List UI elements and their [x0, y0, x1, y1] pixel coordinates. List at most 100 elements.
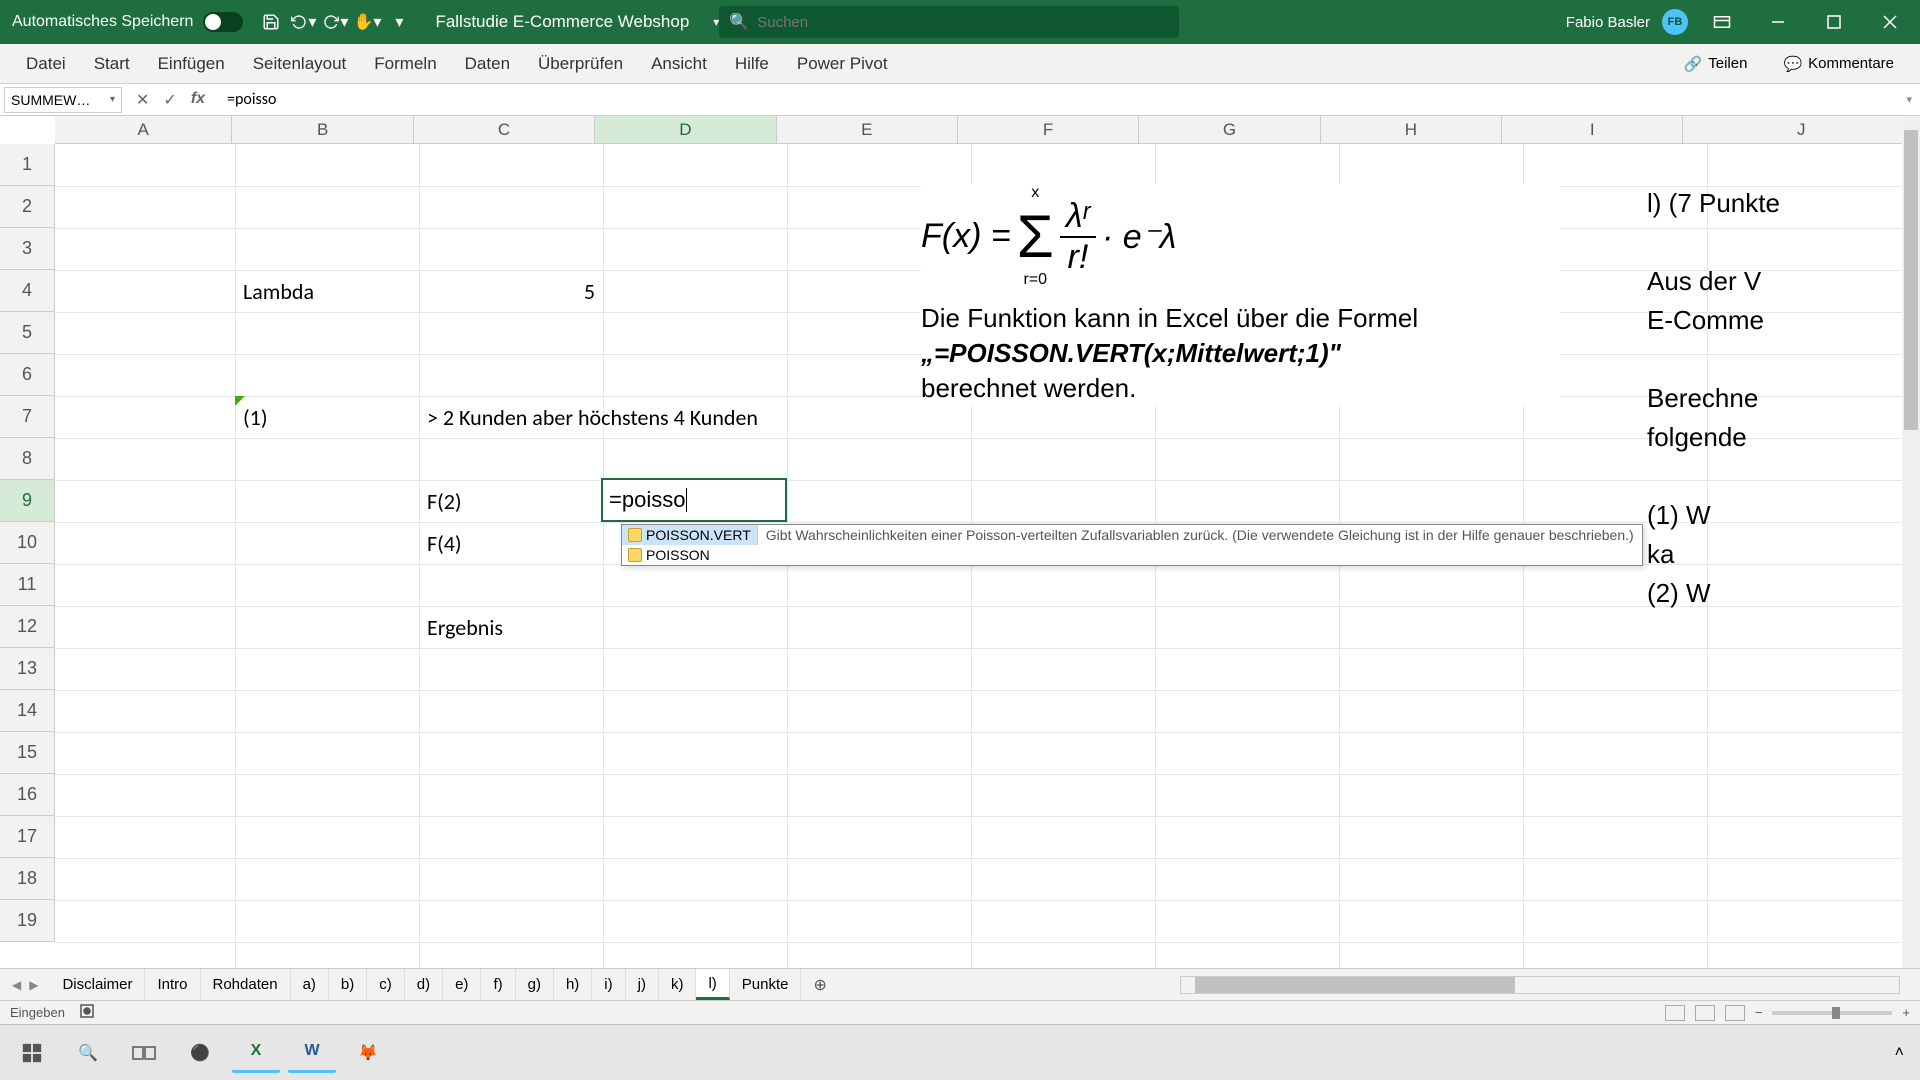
ribbon-tab-start[interactable]: Start — [80, 44, 144, 84]
autosave-toggle[interactable]: Automatisches Speichern — [0, 12, 255, 32]
cell-B4[interactable]: Lambda — [235, 270, 419, 312]
col-header-J[interactable]: J — [1683, 116, 1920, 143]
row-header-9[interactable]: 9 — [0, 480, 54, 522]
page-break-icon[interactable] — [1725, 1005, 1745, 1021]
toggle-icon[interactable] — [203, 12, 243, 32]
normal-view-icon[interactable] — [1665, 1005, 1685, 1021]
qat-dropdown-icon[interactable]: ▾ — [383, 6, 415, 38]
col-header-G[interactable]: G — [1139, 116, 1320, 143]
row-header-1[interactable]: 1 — [0, 144, 54, 186]
firefox-taskbar-icon[interactable]: 🦊 — [344, 1033, 392, 1073]
ribbon-tab-power pivot[interactable]: Power Pivot — [783, 44, 902, 84]
avatar[interactable]: FB — [1662, 9, 1688, 35]
row-header-12[interactable]: 12 — [0, 606, 54, 648]
cell-C9[interactable]: F(2) — [419, 480, 603, 522]
col-header-E[interactable]: E — [777, 116, 958, 143]
tray-chevron-icon[interactable]: ˄ — [1895, 1044, 1904, 1062]
sheet-tab[interactable]: f) — [481, 969, 515, 1000]
user-name[interactable]: Fabio Basler — [1566, 14, 1650, 31]
sheet-tab[interactable]: j) — [626, 969, 659, 1000]
row-header-4[interactable]: 4 — [0, 270, 54, 312]
formula-input[interactable]: =poisso — [219, 90, 1898, 109]
prev-sheet-icon[interactable]: ◀ — [12, 978, 21, 992]
cells-area[interactable]: Lambda5(1)> 2 Kunden aber höchstens 4 Ku… — [55, 144, 1920, 1024]
row-header-19[interactable]: 19 — [0, 900, 54, 942]
start-button[interactable] — [8, 1033, 56, 1073]
cell-C7[interactable]: > 2 Kunden aber höchstens 4 Kunden — [419, 396, 971, 438]
accept-formula-icon[interactable]: ✓ — [163, 90, 176, 110]
zoom-slider[interactable] — [1772, 1011, 1892, 1015]
sheet-tab[interactable]: h) — [554, 969, 592, 1000]
undo-icon[interactable]: ▾ — [287, 6, 319, 38]
row-header-3[interactable]: 3 — [0, 228, 54, 270]
col-header-I[interactable]: I — [1502, 116, 1683, 143]
col-header-D[interactable]: D — [595, 116, 776, 143]
scrollbar-thumb[interactable] — [1904, 130, 1918, 430]
sheet-tab[interactable]: k) — [659, 969, 697, 1000]
sheet-tab[interactable]: b) — [329, 969, 367, 1000]
touch-mode-icon[interactable]: ✋▾ — [351, 6, 383, 38]
ribbon-tab-hilfe[interactable]: Hilfe — [721, 44, 783, 84]
page-layout-icon[interactable] — [1695, 1005, 1715, 1021]
col-header-B[interactable]: B — [232, 116, 413, 143]
sheet-tab[interactable]: a) — [291, 969, 329, 1000]
task-view-icon[interactable] — [120, 1033, 168, 1073]
search-taskbar-icon[interactable]: 🔍 — [64, 1033, 112, 1073]
sheet-tab[interactable]: i) — [592, 969, 625, 1000]
fx-icon[interactable]: fx — [191, 90, 205, 110]
ribbon-tab-überprüfen[interactable]: Überprüfen — [524, 44, 637, 84]
cancel-formula-icon[interactable]: ✕ — [136, 90, 149, 110]
sheet-nav[interactable]: ◀▶ — [0, 978, 50, 992]
sheet-tab[interactable]: d) — [405, 969, 443, 1000]
expand-formula-icon[interactable]: ▾ — [1898, 93, 1920, 106]
ribbon-tab-einfügen[interactable]: Einfügen — [144, 44, 239, 84]
scrollbar-thumb[interactable] — [1195, 977, 1515, 993]
ribbon-tab-formeln[interactable]: Formeln — [360, 44, 450, 84]
editing-cell[interactable]: =poisso — [601, 478, 787, 522]
row-header-14[interactable]: 14 — [0, 690, 54, 732]
row-header-11[interactable]: 11 — [0, 564, 54, 606]
col-header-C[interactable]: C — [414, 116, 595, 143]
row-header-10[interactable]: 10 — [0, 522, 54, 564]
sheet-tab[interactable]: g) — [516, 969, 554, 1000]
obs-icon[interactable]: ⚫ — [176, 1033, 224, 1073]
row-header-8[interactable]: 8 — [0, 438, 54, 480]
cell-C10[interactable]: F(4) — [419, 522, 603, 564]
chevron-down-icon[interactable]: ▾ — [110, 94, 115, 105]
row-header-17[interactable]: 17 — [0, 816, 54, 858]
ribbon-options-icon[interactable] — [1700, 2, 1744, 42]
row-header-7[interactable]: 7 — [0, 396, 54, 438]
sheet-tab[interactable]: Punkte — [730, 969, 802, 1000]
add-sheet-button[interactable]: ⊕ — [801, 969, 838, 1001]
sheet-tab[interactable]: l) — [696, 969, 729, 1000]
cell-C4[interactable]: 5 — [419, 270, 603, 312]
horizontal-scrollbar[interactable] — [1180, 976, 1900, 994]
close-icon[interactable] — [1868, 2, 1912, 42]
row-header-5[interactable]: 5 — [0, 312, 54, 354]
sheet-tab[interactable]: c) — [367, 969, 405, 1000]
share-button[interactable]: 🔗Teilen — [1670, 49, 1762, 79]
row-header-15[interactable]: 15 — [0, 732, 54, 774]
ribbon-tab-daten[interactable]: Daten — [451, 44, 524, 84]
sheet-tab[interactable]: Intro — [145, 969, 200, 1000]
row-header-18[interactable]: 18 — [0, 858, 54, 900]
ribbon-tab-datei[interactable]: Datei — [12, 44, 80, 84]
sheet-tab[interactable]: e) — [443, 969, 481, 1000]
row-header-6[interactable]: 6 — [0, 354, 54, 396]
excel-taskbar-icon[interactable]: X — [232, 1033, 280, 1073]
autocomplete-item[interactable]: POISSON — [622, 545, 1642, 565]
minimize-icon[interactable] — [1756, 2, 1800, 42]
col-header-H[interactable]: H — [1321, 116, 1502, 143]
sheet-tab[interactable]: Disclaimer — [50, 969, 145, 1000]
sheet-tab[interactable]: Rohdaten — [201, 969, 291, 1000]
redo-icon[interactable]: ▾ — [319, 6, 351, 38]
word-taskbar-icon[interactable]: W — [288, 1033, 336, 1073]
next-sheet-icon[interactable]: ▶ — [29, 978, 38, 992]
cell-C12[interactable]: Ergebnis — [419, 606, 603, 648]
save-icon[interactable] — [255, 6, 287, 38]
row-header-2[interactable]: 2 — [0, 186, 54, 228]
search-box[interactable]: 🔍 — [719, 6, 1179, 38]
row-header-13[interactable]: 13 — [0, 648, 54, 690]
zoom-out-icon[interactable]: − — [1755, 1005, 1763, 1020]
vertical-scrollbar[interactable] — [1902, 116, 1920, 968]
